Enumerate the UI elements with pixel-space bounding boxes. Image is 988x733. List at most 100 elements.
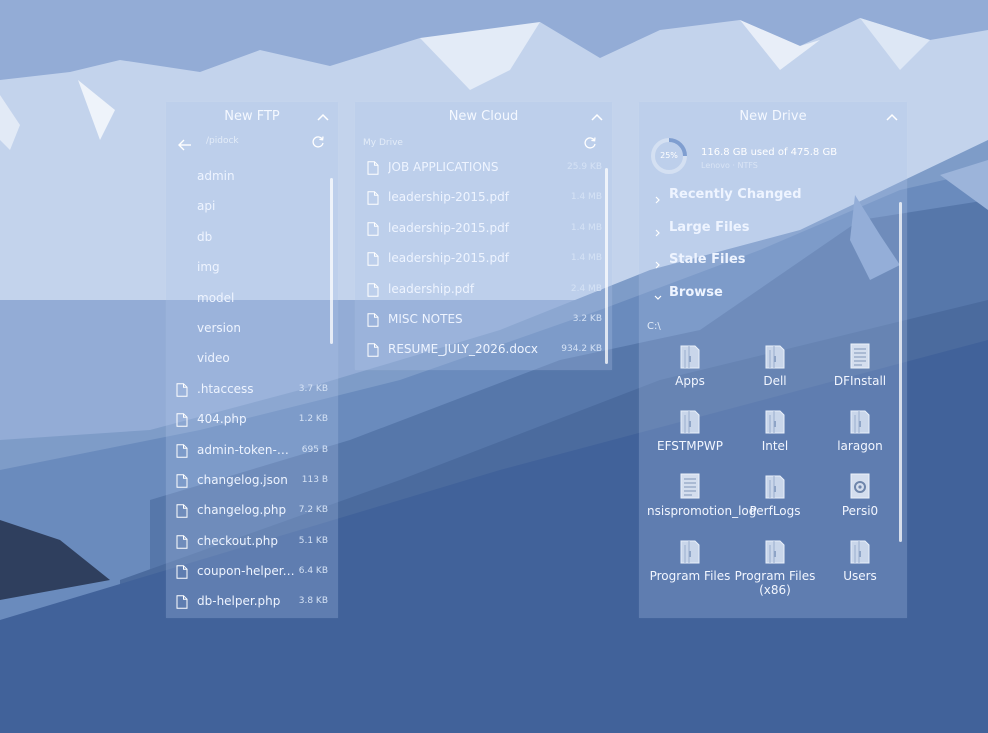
collapse-icon[interactable] xyxy=(590,110,604,124)
file-size: 5.1 KB xyxy=(298,535,328,546)
drive-item[interactable]: DFInstall xyxy=(817,342,903,388)
drive-item-name: DFInstall xyxy=(833,374,887,388)
file-name: .htaccess xyxy=(197,381,254,396)
section-label: Recently Changed xyxy=(669,187,802,202)
folder-icon xyxy=(817,537,903,565)
drive-usage: 25% 116.8 GB used of 475.8 GB Lenovo · N… xyxy=(639,132,907,180)
drive-panel-title: New Drive xyxy=(739,109,807,124)
cloud-path: My Drive xyxy=(363,138,403,148)
file-name: db-helper.php xyxy=(197,594,281,609)
file-size: 6.4 KB xyxy=(298,566,328,577)
ftp-file-row[interactable]: changelog.php 7.2 KB xyxy=(166,496,338,526)
cloud-file-row[interactable]: leadership-2015.pdf 1.4 MB xyxy=(355,219,612,249)
ftp-file-row[interactable]: 404.php 1.2 KB xyxy=(166,405,338,435)
folder-name: version xyxy=(197,320,241,335)
cloud-path-bar: My Drive xyxy=(355,132,612,156)
file-name: 404.php xyxy=(197,412,247,427)
cloud-file-row[interactable]: JOB APPLICATIONS 25.9 KB xyxy=(355,158,612,188)
drive-panel-header: New Drive xyxy=(639,102,907,132)
ftp-path-bar: /pidock xyxy=(166,132,338,154)
collapse-icon[interactable] xyxy=(316,110,330,124)
drive-item[interactable]: Intel xyxy=(732,407,818,453)
file-icon xyxy=(367,161,379,175)
cloud-panel-title: New Cloud xyxy=(448,109,519,124)
drive-item-name: Program Files xyxy=(649,569,731,583)
refresh-icon[interactable] xyxy=(311,134,325,153)
drive-subtext: Lenovo · NTFS xyxy=(701,161,758,170)
browse-path: C:\ xyxy=(647,321,661,332)
folder-name: video xyxy=(197,351,230,366)
file-size: 1.4 MB xyxy=(570,192,602,203)
drive-scrollbar[interactable] xyxy=(899,202,902,542)
drive-item[interactable]: Apps xyxy=(647,342,733,388)
drive-item[interactable]: nsispromotion_log xyxy=(647,472,756,518)
file-icon xyxy=(367,221,379,236)
cloud-file-row[interactable]: leadership-2015.pdf 1.4 MB xyxy=(355,188,612,218)
ftp-folder-row[interactable]: model xyxy=(166,284,338,314)
folder-icon xyxy=(732,407,818,435)
file-name: coupon-helper.... xyxy=(197,564,295,579)
file-icon xyxy=(367,343,379,358)
file-name: leadership-2015.pdf xyxy=(388,190,509,205)
ftp-folder-row[interactable]: img xyxy=(166,253,338,283)
drive-item-name: Intel xyxy=(761,439,789,453)
folder-icon xyxy=(817,407,903,435)
drive-item[interactable]: EFSTMPWP xyxy=(647,407,733,453)
drive-item-name: Apps xyxy=(675,374,705,388)
ftp-folder-row[interactable]: db xyxy=(166,223,338,253)
chevron-right-icon xyxy=(653,190,663,209)
section-recently-changed[interactable]: Recently Changed xyxy=(639,180,907,213)
ftp-file-row[interactable]: coupon-helper.... 6.4 KB xyxy=(166,557,338,587)
file-size: 2.4 MB xyxy=(570,283,602,294)
document-icon xyxy=(817,342,903,370)
drive-item-name: laragon xyxy=(837,439,883,453)
cloud-file-row[interactable]: leadership.pdf 2.4 MB xyxy=(355,280,612,310)
drive-item[interactable]: Persi0 xyxy=(817,472,903,518)
ftp-scrollbar[interactable] xyxy=(330,178,333,344)
ftp-panel-title: New FTP xyxy=(224,109,280,124)
ftp-folder-row[interactable]: api xyxy=(166,192,338,222)
drive-item-name: EFSTMPWP xyxy=(657,439,723,453)
ftp-file-row[interactable]: changelog.json 113 B xyxy=(166,466,338,496)
file-size: 113 B xyxy=(301,474,328,485)
file-icon xyxy=(176,413,188,427)
file-size: 1.2 KB xyxy=(298,414,328,425)
ftp-folder-row[interactable]: admin xyxy=(166,162,338,192)
back-arrow-icon[interactable] xyxy=(178,136,192,155)
usage-percent: 25% xyxy=(660,151,678,160)
section-label: Browse xyxy=(669,284,723,300)
cloud-file-row[interactable]: RESUME_JULY_2026.docx 934.2 KB xyxy=(355,340,612,370)
ftp-file-row[interactable]: checkout.php 5.1 KB xyxy=(166,527,338,557)
drive-item[interactable]: PerfLogs xyxy=(732,472,818,518)
drive-sections: Recently Changed Large Files Stale Files Br… xyxy=(639,180,907,310)
collapse-icon[interactable] xyxy=(885,110,899,124)
drive-item[interactable]: Program Files (x86) xyxy=(732,537,818,597)
ftp-folder-row[interactable]: video xyxy=(166,344,338,374)
document-icon xyxy=(647,472,733,500)
section-browse[interactable]: Browse xyxy=(639,278,907,311)
ftp-path: /pidock xyxy=(206,136,239,146)
ftp-folder-row[interactable]: version xyxy=(166,314,338,344)
drive-item[interactable]: Dell xyxy=(732,342,818,388)
drive-item[interactable]: Program Files xyxy=(647,537,733,583)
folder-name: model xyxy=(197,290,235,305)
ftp-file-row[interactable]: .htaccess 3.7 KB xyxy=(166,375,338,405)
section-large-files[interactable]: Large Files xyxy=(639,213,907,246)
cloud-scrollbar[interactable] xyxy=(605,168,608,364)
drive-item[interactable]: Users xyxy=(817,537,903,583)
ftp-file-row[interactable]: db-helper.php 3.8 KB xyxy=(166,587,338,617)
drive-browse-grid: Apps Dell DFInstall EFSTMPWP Intel laragon nsi… xyxy=(647,342,905,612)
usage-text: 116.8 GB used of 475.8 GB xyxy=(701,147,838,158)
ftp-file-row[interactable]: admin-token-co... 695 B xyxy=(166,436,338,466)
drive-panel: New Drive 25% 116.8 GB used of 475.8 GB … xyxy=(639,102,907,618)
file-size: 3.7 KB xyxy=(298,383,328,394)
cloud-file-row[interactable]: leadership-2015.pdf 1.4 MB xyxy=(355,249,612,279)
refresh-icon[interactable] xyxy=(583,135,597,154)
folder-icon xyxy=(647,537,733,565)
drive-item-name: Persi0 xyxy=(841,504,879,518)
cloud-file-row[interactable]: MISC NOTES 3.2 KB xyxy=(355,310,612,340)
drive-item[interactable]: laragon xyxy=(817,407,903,453)
section-stale-files[interactable]: Stale Files xyxy=(639,245,907,278)
drive-item-name: Program Files (x86) xyxy=(734,569,816,597)
cloud-file-list: JOB APPLICATIONS 25.9 KB leadership-2015.p… xyxy=(355,158,612,371)
